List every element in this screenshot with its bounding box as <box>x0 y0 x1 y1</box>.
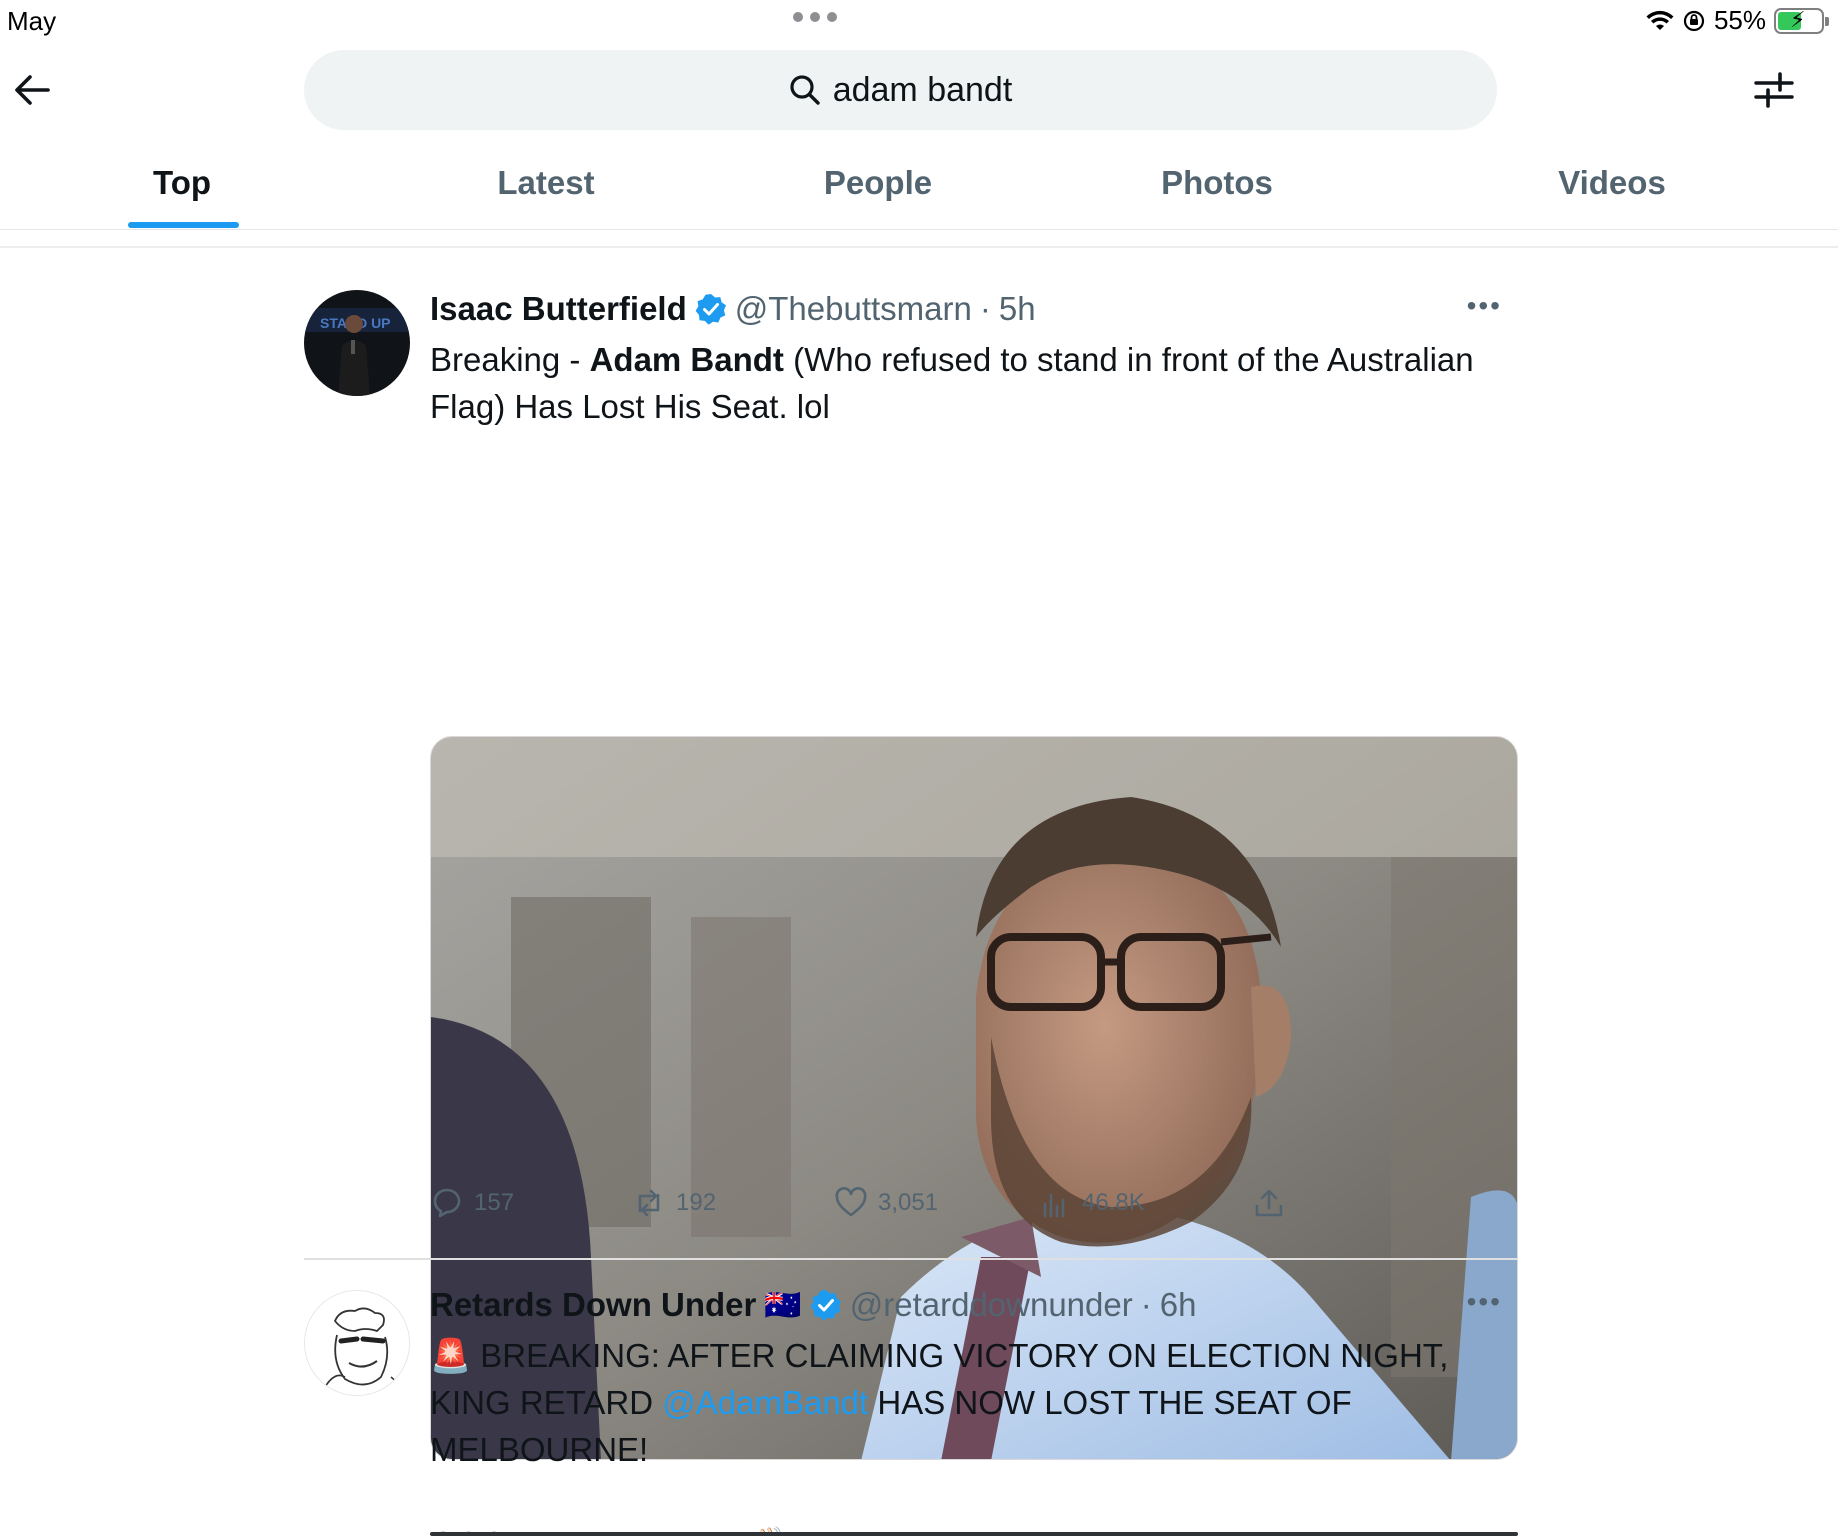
analytics-icon <box>1043 1193 1065 1218</box>
active-tab-indicator <box>128 222 239 228</box>
repost-button[interactable]: 192 <box>632 1186 716 1220</box>
meta-separator: · <box>979 290 991 327</box>
wifi-icon <box>1646 10 1674 30</box>
media-edge <box>430 1532 1518 1536</box>
tweet-actions: 157 192 3,051 46.8K <box>430 1186 1518 1230</box>
more-options-icon[interactable]: ••• <box>1467 290 1502 322</box>
search-query-text: adam bandt <box>832 70 1013 109</box>
tweet-divider <box>304 1258 1518 1260</box>
filter-sliders-icon[interactable] <box>1752 68 1796 112</box>
back-arrow-icon[interactable] <box>10 68 54 112</box>
tweet-text: 🚨 BREAKING: AFTER CLAIMING VICTORY ON EL… <box>430 1332 1520 1536</box>
tweet-header: Isaac Butterfield @Thebuttsmarn · 5h <box>430 290 1036 328</box>
search-input[interactable]: adam bandt <box>304 50 1497 130</box>
tweet-header: Retards Down Under 🇦🇺 @retarddownunder ·… <box>430 1286 1196 1324</box>
tweet-text-paragraph-1: 🚨 BREAKING: AFTER CLAIMING VICTORY ON EL… <box>430 1332 1520 1473</box>
search-tabs: Top Latest People Photos Videos <box>0 140 1838 230</box>
tab-top[interactable]: Top <box>153 164 211 202</box>
like-count: 3,051 <box>878 1189 939 1216</box>
meta-separator: · <box>1140 1286 1152 1323</box>
australia-flag-emoji: 🇦🇺 <box>764 1288 802 1322</box>
tab-videos[interactable]: Videos <box>1558 164 1666 202</box>
tab-people[interactable]: People <box>824 164 932 202</box>
view-count: 46.8K <box>1082 1189 1145 1216</box>
tweet[interactable]: Retards Down Under 🇦🇺 @retarddownunder ·… <box>304 1286 1518 1536</box>
verified-badge-icon <box>695 294 726 325</box>
tweet-text: Breaking - Adam Bandt (Who refused to st… <box>430 336 1520 430</box>
battery-percent: 55% <box>1713 5 1766 35</box>
search-icon <box>790 75 820 105</box>
verified-badge-icon <box>810 1290 841 1321</box>
text-segment: Breaking - <box>430 341 590 378</box>
avatar[interactable] <box>304 1290 410 1396</box>
author-name[interactable]: Isaac Butterfield <box>430 290 687 328</box>
tweet-time[interactable]: 6h <box>1160 1286 1197 1324</box>
reply-icon <box>433 1188 461 1218</box>
views-button[interactable]: 46.8K <box>1038 1186 1145 1220</box>
avatar[interactable]: STAND UP <box>304 290 410 396</box>
like-button[interactable]: 3,051 <box>834 1186 938 1220</box>
mention-link[interactable]: @AdamBandt <box>662 1384 868 1421</box>
author-name[interactable]: Retards Down Under <box>430 1286 756 1324</box>
repost-count: 192 <box>676 1189 717 1216</box>
siren-emoji: 🚨 <box>430 1337 472 1374</box>
author-handle[interactable]: @Thebuttsmarn <box>735 290 972 328</box>
heart-icon <box>835 1187 867 1217</box>
more-options-icon[interactable]: ••• <box>1467 1286 1502 1318</box>
share-icon <box>1255 1189 1283 1217</box>
status-bar: May 55% ⚡ <box>0 0 1838 40</box>
status-time: May <box>7 6 57 36</box>
status-indicators: 55% ⚡ <box>1646 5 1829 36</box>
repost-icon <box>638 1189 660 1217</box>
tab-latest[interactable]: Latest <box>497 164 594 202</box>
reply-button[interactable]: 157 <box>430 1186 514 1220</box>
share-button[interactable] <box>1252 1186 1286 1220</box>
text-bold-segment: Adam Bandt <box>589 341 784 378</box>
battery-icon: ⚡ <box>1774 7 1829 34</box>
orientation-lock-icon <box>1683 10 1705 31</box>
author-handle[interactable]: @retarddownunder <box>850 1286 1133 1324</box>
divider <box>0 246 1838 248</box>
tweet[interactable]: STAND UP Isaac Butterfield @Thebuttsmarn… <box>304 290 1520 1460</box>
multitasking-dots[interactable] <box>793 12 837 22</box>
tweet-time[interactable]: 5h <box>999 290 1036 328</box>
reply-count: 157 <box>474 1189 515 1216</box>
tab-photos[interactable]: Photos <box>1161 164 1273 202</box>
